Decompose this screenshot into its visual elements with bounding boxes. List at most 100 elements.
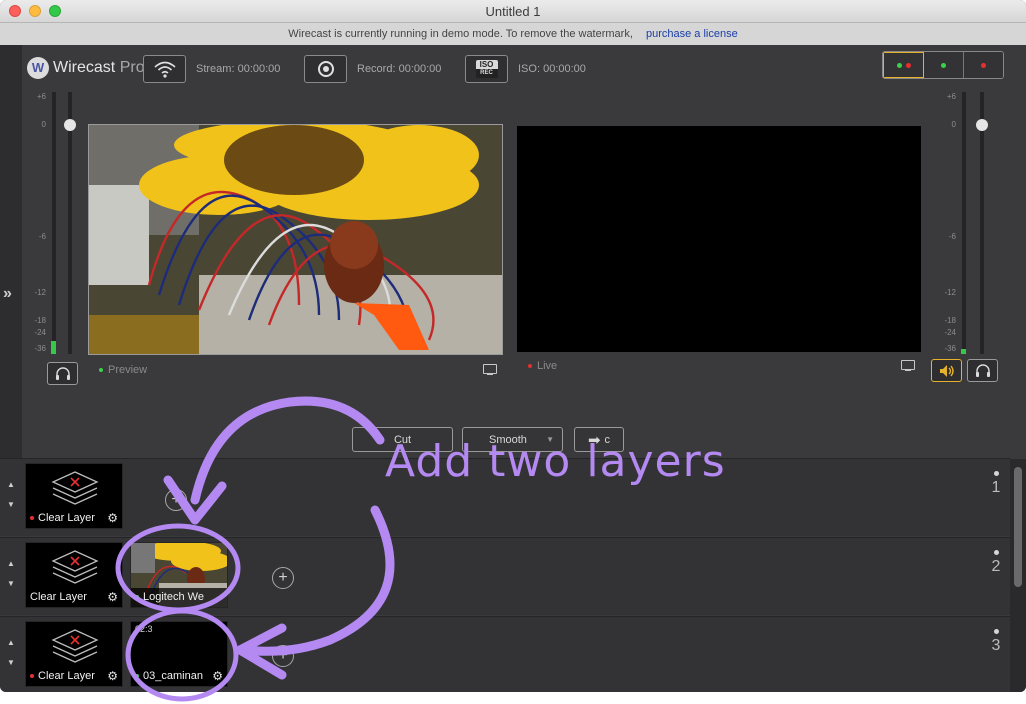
layer-row-3: ▲ ▼ Clear Layer ⚙ 02:3 03_caminan ⚙ + 3: [0, 616, 1010, 692]
left-volume-fader[interactable]: [64, 119, 76, 131]
program-speaker-button[interactable]: [931, 359, 962, 382]
headphones-icon: [975, 363, 990, 377]
iso-record-button[interactable]: ISO REC: [465, 55, 508, 83]
preview-display-icon[interactable]: [483, 364, 497, 376]
right-audio-meter: [962, 92, 966, 354]
preview-label: Preview: [99, 364, 147, 376]
shot-clear-layer-3[interactable]: Clear Layer ⚙: [25, 621, 123, 687]
live-dot: [981, 62, 986, 68]
demo-message: Wirecast is currently running in demo mo…: [288, 28, 633, 40]
left-meter-scale: +6 0 -6 -12 -18 -24 -36: [20, 92, 46, 353]
add-shot-button[interactable]: +: [272, 645, 294, 667]
left-volume-track: [68, 92, 72, 354]
logo-name: Wirecast: [53, 59, 116, 76]
right-meter-scale: +6 0 -6 -12 -18 -24 -36: [930, 92, 956, 353]
shot-panel-toggle-strip[interactable]: »: [0, 45, 22, 458]
right-volume-fader[interactable]: [976, 119, 988, 131]
iso-icon: ISO REC: [475, 60, 498, 78]
layer-reorder-arrows[interactable]: ▲ ▼: [5, 633, 17, 673]
layer-number: 1: [988, 471, 1004, 497]
stream-button[interactable]: [143, 55, 186, 83]
live-label: Live: [528, 360, 557, 372]
layer-reorder-arrows[interactable]: ▲ ▼: [5, 475, 17, 515]
live-dot: [905, 62, 911, 68]
record-button[interactable]: [304, 55, 347, 83]
live-monitor[interactable]: [517, 126, 921, 352]
stream-time: 00:00:00: [237, 63, 281, 75]
iso-icon-top: ISO: [479, 60, 494, 69]
layers-scrollbar[interactable]: [1010, 459, 1026, 692]
record-time: 00:00:00: [398, 63, 442, 75]
meter-scale-tick: -24: [944, 328, 956, 337]
record-status: Record: 00:00:00: [357, 63, 441, 75]
layout-preview-only-button[interactable]: [924, 52, 964, 78]
gear-icon[interactable]: ⚙: [107, 590, 118, 604]
preview-dot: [896, 62, 902, 68]
wirecast-window: Untitled 1 Wirecast is currently running…: [0, 0, 1026, 692]
shot-indicator: [135, 674, 139, 679]
annotation-text: Add two layers: [385, 436, 726, 487]
gear-icon[interactable]: ⚙: [107, 669, 118, 683]
iso-status: ISO: 00:00:00: [518, 63, 586, 75]
left-audio-level: [51, 341, 56, 354]
meter-scale-tick: -6: [38, 232, 46, 241]
stack-icon: [51, 471, 99, 505]
layout-preview-live-button[interactable]: [883, 52, 924, 78]
preview-label-text: Preview: [108, 364, 148, 376]
meter-scale-tick: -6: [948, 232, 956, 241]
stack-icon: [51, 629, 99, 663]
headphones-icon: [55, 366, 70, 380]
logo-text: Wirecast Pro: [53, 59, 145, 77]
preview-headphones-button[interactable]: [47, 362, 78, 385]
layer-number: 2: [988, 550, 1004, 576]
shot-label-text: Logitech We: [143, 591, 204, 603]
preview-video-image: [89, 125, 502, 354]
preview-indicator: [99, 368, 103, 373]
stream-status: Stream: 00:00:00: [196, 63, 280, 75]
shot-indicator: [30, 674, 34, 679]
layer-number: 3: [988, 629, 1004, 655]
shot-clear-layer-1[interactable]: Clear Layer ⚙: [25, 463, 123, 529]
shot-logitech-webcam[interactable]: Logitech We: [130, 542, 228, 608]
record-icon: [317, 61, 334, 77]
meter-scale-tick: -18: [944, 316, 956, 325]
title-bar: Untitled 1: [0, 0, 1026, 23]
shot-indicator: [30, 516, 34, 521]
meter-scale-tick: +6: [36, 92, 46, 101]
add-shot-button[interactable]: +: [165, 489, 187, 511]
gear-icon[interactable]: ⚙: [107, 511, 118, 525]
shot-label-text: Clear Layer: [38, 670, 95, 682]
right-audio-level: [961, 349, 966, 354]
iso-label: ISO:: [518, 63, 541, 75]
shot-label-text: Clear Layer: [38, 512, 95, 524]
live-indicator: [528, 364, 532, 369]
left-audio-meter: [52, 92, 56, 354]
gear-icon[interactable]: ⚙: [212, 669, 223, 683]
preview-dot: [941, 62, 946, 68]
shot-clear-layer-2[interactable]: Clear Layer ⚙: [25, 542, 123, 608]
add-shot-button[interactable]: +: [272, 567, 294, 589]
stack-icon: [51, 550, 99, 584]
purchase-license-link[interactable]: purchase a license: [646, 28, 738, 40]
meter-scale-tick: -12: [34, 288, 46, 297]
shot-label-text: Clear Layer: [30, 591, 87, 603]
speaker-icon: [939, 364, 954, 377]
demo-mode-banner: Wirecast is currently running in demo mo…: [0, 23, 1026, 45]
broadcast-icon: [153, 61, 176, 78]
shot-indicator: [135, 595, 139, 600]
shot-timecode: 02:3: [135, 624, 153, 634]
stream-label: Stream:: [196, 63, 235, 75]
preview-monitor[interactable]: [88, 124, 503, 355]
meter-scale-tick: -36: [34, 344, 46, 353]
layer-reorder-arrows[interactable]: ▲ ▼: [5, 554, 17, 594]
iso-time: 00:00:00: [543, 63, 586, 75]
live-display-icon[interactable]: [901, 360, 915, 372]
layer-row-2: ▲ ▼ Clear Layer ⚙ Logitech We + 2: [0, 537, 1010, 615]
scrollbar-thumb[interactable]: [1014, 467, 1022, 587]
layout-live-only-button[interactable]: [964, 52, 1003, 78]
program-headphones-button[interactable]: [967, 359, 998, 382]
record-label: Record:: [357, 63, 396, 75]
expand-icon[interactable]: »: [3, 285, 12, 303]
main-toolbar: W Wirecast Pro Stream: 00:00:00 Record: …: [22, 45, 1026, 90]
shot-03-caminan[interactable]: 02:3 03_caminan ⚙: [130, 621, 228, 687]
